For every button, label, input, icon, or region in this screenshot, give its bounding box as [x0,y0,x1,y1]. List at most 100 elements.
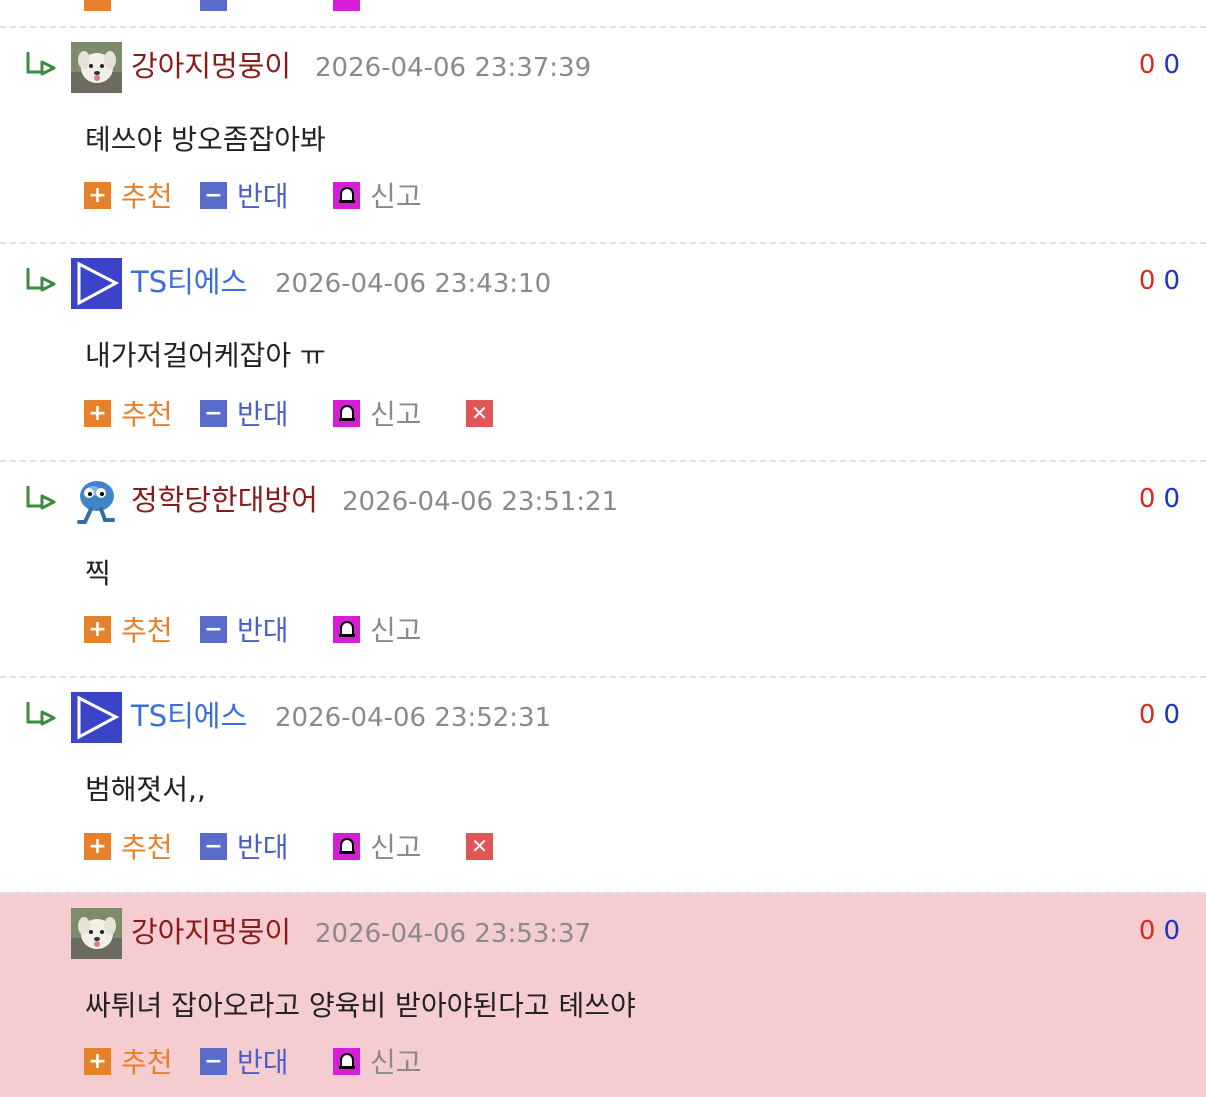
oppose-label: 반대 [237,614,289,647]
comment-text: 내가저걸어케잡아 ㅠ [85,339,326,372]
comment-date: 2026-04-06 23:53:37 [315,919,592,949]
oppose-button[interactable]: − 반대 [200,396,289,431]
comment-date: 2026-04-06 23:51:21 [342,487,619,517]
plus-icon: + [84,832,111,860]
oppose-icon[interactable] [200,0,227,11]
recommend-label: 추천 [121,180,173,213]
siren-icon [333,832,360,860]
report-label: 신고 [370,831,422,864]
reply-arrow-icon [26,486,56,510]
siren-icon [333,399,360,427]
report-button[interactable]: 신고 [333,178,422,213]
comment-author[interactable]: TS티에스 [131,264,247,300]
reply-arrow-icon [26,52,56,76]
recommend-label: 추천 [121,614,173,647]
siren-icon [333,615,360,643]
siren-icon [333,1047,360,1075]
blue-blob-avatar[interactable] [71,476,122,527]
vote-counts: 00 [1139,264,1180,298]
downvote-count: 0 [1163,700,1180,730]
upvote-count: 0 [1138,916,1156,946]
oppose-label: 반대 [237,831,289,864]
report-button[interactable]: 신고 [333,829,422,864]
downvote-count: 0 [1163,484,1180,514]
downvote-count: 0 [1163,266,1180,296]
report-label: 신고 [370,180,422,213]
vote-counts: 00 [1139,698,1180,732]
minus-icon: − [200,1047,227,1075]
play-triangle-avatar[interactable] [71,258,122,309]
recommend-label: 추천 [121,398,173,431]
report-button[interactable]: 신고 [333,1044,422,1079]
report-label: 신고 [370,398,422,431]
comment-text: 싸튀녀 잡아오라고 양육비 받아야된다고 톄쓰야 [85,989,636,1022]
vote-counts: 00 [1139,48,1180,82]
comment-text: 톄쓰야 방오좀잡아봐 [85,123,326,156]
comment-actions: + 추천 − 반대 신고 [84,1044,684,1079]
comment-item: TS티에스 2026-04-06 23:52:31 00 범해졋서,, + 추천 … [0,676,1206,892]
puppy-avatar[interactable] [71,42,122,93]
report-icon[interactable] [333,0,360,11]
close-icon: ✕ [466,832,493,860]
comment-author[interactable]: 강아지멍뭉이 [131,48,291,84]
delete-button[interactable]: ✕ [466,829,493,863]
previous-comment-actions [0,0,1206,26]
upvote-count: 0 [1138,50,1156,80]
comment-actions: + 추천 − 반대 신고 [84,612,684,647]
oppose-label: 반대 [237,1046,289,1079]
minus-icon: − [200,615,227,643]
recommend-button[interactable]: + 추천 [84,1044,173,1079]
recommend-label: 추천 [121,1046,173,1079]
recommend-button[interactable]: + 추천 [84,612,173,647]
oppose-button[interactable]: − 반대 [200,1044,289,1079]
upvote-count: 0 [1138,484,1156,514]
reply-arrow-icon [26,702,56,726]
vote-counts: 00 [1139,914,1180,948]
downvote-count: 0 [1163,916,1180,946]
comment-item: 정학당한대방어 2026-04-06 23:51:21 00 찍 + 추천 − 반대… [0,460,1206,676]
comment-item: TS티에스 2026-04-06 23:43:10 00 내가저걸어케잡아 ㅠ … [0,242,1206,460]
minus-icon: − [200,181,227,209]
upvote-count: 0 [1138,266,1156,296]
minus-icon: − [200,832,227,860]
upvote-count: 0 [1138,700,1156,730]
recommend-icon[interactable] [84,0,111,11]
report-button[interactable]: 신고 [333,396,422,431]
puppy-avatar[interactable] [71,908,122,959]
recommend-button[interactable]: + 추천 [84,396,173,431]
report-label: 신고 [370,1046,422,1079]
oppose-button[interactable]: − 반대 [200,178,289,213]
comment-actions: + 추천 − 반대 신고 ✕ [84,829,684,864]
comment-date: 2026-04-06 23:52:31 [275,703,552,733]
oppose-button[interactable]: − 반대 [200,829,289,864]
comment-text: 찍 [85,557,111,590]
downvote-count: 0 [1163,50,1180,80]
plus-icon: + [84,399,111,427]
comment-date: 2026-04-06 23:37:39 [315,53,592,83]
comment-text: 범해졋서,, [85,773,206,806]
comment-actions: + 추천 − 반대 신고 [84,178,684,213]
oppose-label: 반대 [237,398,289,431]
comment-author[interactable]: 강아지멍뭉이 [131,914,291,950]
vote-counts: 00 [1139,482,1180,516]
close-icon: ✕ [466,399,493,427]
play-triangle-avatar[interactable] [71,692,122,743]
comment-author[interactable]: TS티에스 [131,698,247,734]
comment-item: 강아지멍뭉이 2026-04-06 23:37:39 00 톄쓰야 방오좀잡아봐… [0,26,1206,242]
plus-icon: + [84,1047,111,1075]
recommend-label: 추천 [121,831,173,864]
oppose-button[interactable]: − 반대 [200,612,289,647]
report-label: 신고 [370,614,422,647]
comment-author[interactable]: 정학당한대방어 [131,482,318,518]
reply-arrow-icon [26,268,56,292]
siren-icon [333,181,360,209]
delete-button[interactable]: ✕ [466,396,493,430]
minus-icon: − [200,399,227,427]
comment-list-page: 강아지멍뭉이 2026-04-06 23:37:39 00 톄쓰야 방오좀잡아봐… [0,0,1206,1097]
comment-date: 2026-04-06 23:43:10 [275,269,552,299]
recommend-button[interactable]: + 추천 [84,178,173,213]
recommend-button[interactable]: + 추천 [84,829,173,864]
comment-item-highlighted: 강아지멍뭉이 2026-04-06 23:53:37 00 싸튀녀 잡아오라고 … [0,892,1206,1097]
comment-actions: + 추천 − 반대 신고 ✕ [84,396,684,431]
report-button[interactable]: 신고 [333,612,422,647]
